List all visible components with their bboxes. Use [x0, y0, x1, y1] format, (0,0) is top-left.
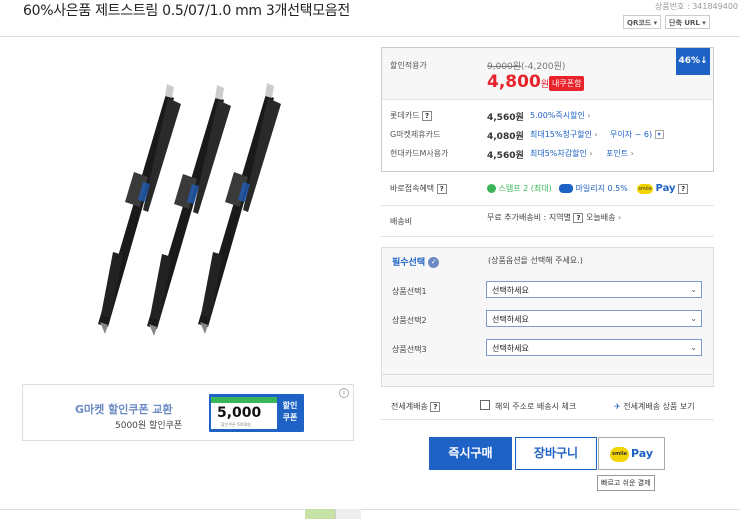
product-header: 60%사은품 제트스트림 0.5/07/1.0 mm 3개선택모음전 상품번호 …	[0, 0, 740, 37]
option-label-2: 상품선택2	[392, 316, 427, 325]
help-icon[interactable]: ?	[678, 183, 689, 194]
help-icon[interactable]: ?	[430, 401, 441, 412]
point-link[interactable]: 포인트 ›	[606, 148, 634, 159]
option-label-3: 상품선택3	[392, 345, 427, 354]
bottom-tab[interactable]	[335, 509, 361, 519]
smile-pay-benefit: smile Pay ?	[637, 183, 689, 194]
card-name-hyundai: 현대카드M사용가	[390, 149, 449, 158]
stamp-benefit: 스탬프 2 (최대)	[487, 183, 552, 194]
smile-logo-icon: smile	[609, 446, 629, 462]
overseas-address-checkbox[interactable]	[480, 400, 490, 410]
pen-1	[98, 84, 181, 334]
price-box: 할인적용가 9,000원(-4,200원) 4,800원 내쿠폰함 46%↓ 롯…	[381, 47, 714, 172]
bottom-bar	[0, 509, 740, 519]
option-select-3[interactable]: 선택하세요 ⌄	[486, 339, 702, 356]
smile-logo-icon: smile	[637, 183, 653, 194]
price-label: 할인적용가	[390, 61, 427, 70]
options-hint: (상품옵션을 선택해 주세요.)	[488, 256, 583, 265]
options-title: 필수선택 ✓	[392, 255, 440, 268]
chevron-down-icon: ⌄	[690, 343, 697, 352]
mileage-benefit: 마일리지 0.5%	[559, 183, 628, 194]
smile-pay-button[interactable]: smile Pay	[598, 437, 665, 470]
card-note-gmarket[interactable]: 최대15%청구할인 ›	[530, 129, 598, 140]
coupon-amount: 5,000	[217, 405, 262, 421]
my-coupon-button[interactable]: 내쿠폰함	[549, 76, 585, 91]
discount-percent-badge: 46%↓	[676, 48, 710, 75]
chevron-down-icon: ⌄	[690, 285, 697, 294]
card-note-hyundai[interactable]: 최대5%차감할인 ›	[530, 148, 593, 159]
product-image	[98, 83, 281, 336]
stamp-icon	[487, 184, 496, 193]
installment-link[interactable]: 무이자 ~ 6) ▾	[610, 129, 664, 140]
pay-tooltip: 빠르고 쉬운 결제	[597, 475, 655, 491]
help-icon[interactable]: ?	[422, 110, 432, 121]
option-select-2[interactable]: 선택하세요 ⌄	[486, 310, 702, 327]
intl-checkbox-label: 해외 주소로 배송시 체크	[495, 402, 577, 411]
international-shipping-row: 전세계배송 ? 해외 주소로 배송시 체크 ✈ 전세계배송 상품 보기	[381, 396, 714, 420]
intl-label: 전세계배송 ?	[391, 401, 441, 412]
bottom-tab[interactable]	[305, 509, 335, 519]
card-price-gmarket: 4,080원	[487, 132, 524, 142]
add-to-cart-button[interactable]: 장바구니	[515, 437, 597, 470]
mileage-icon	[559, 184, 573, 193]
product-number: 상품번호 : 341849400	[654, 2, 738, 11]
buy-now-button[interactable]: 즉시구매	[429, 437, 512, 470]
shipping-label: 배송비	[390, 217, 413, 226]
intl-products-link[interactable]: ✈ 전세계배송 상품 보기	[614, 401, 695, 412]
benefit-label: 바로접속혜택 ?	[390, 183, 447, 194]
coupon-image: 5,000 할인쿠폰 5000원 할인 쿠폰	[209, 394, 304, 432]
card-price-hyundai: 4,560원	[487, 151, 524, 161]
info-icon[interactable]: i	[339, 388, 349, 398]
card-price-lotte: 4,560원	[487, 113, 524, 123]
chevron-down-icon[interactable]: ▾	[654, 130, 664, 139]
today-delivery-link[interactable]: 오늘배송	[586, 213, 615, 222]
coupon-banner-title: G마켓 할인쿠폰 교환	[75, 403, 173, 416]
option-select-1[interactable]: 선택하세요 ⌄	[486, 281, 702, 298]
page-title: 60%사은품 제트스트림 0.5/07/1.0 mm 3개선택모음전	[23, 3, 350, 19]
shipping-value: 무료 추가배송비 : 지역별 ? 오늘배송 ›	[487, 212, 622, 223]
chevron-down-icon: ⌄	[690, 314, 697, 323]
sale-price: 4,800원	[487, 72, 550, 92]
original-price: 9,000원(-4,200원)	[487, 62, 566, 72]
plane-icon: ✈	[614, 402, 621, 411]
coupon-exchange-banner[interactable]: G마켓 할인쿠폰 교환 5000원 할인쿠폰 i 5,000 할인쿠폰 5000…	[22, 384, 354, 441]
coupon-label: 할인 쿠폰	[282, 401, 298, 422]
qr-code-button[interactable]: QR코드 ▾	[623, 15, 662, 29]
help-icon[interactable]: ?	[436, 183, 447, 194]
card-name-lotte: 롯데카드 ?	[390, 110, 432, 121]
option-label-1: 상품선택1	[392, 287, 427, 296]
coupon-banner-subtitle: 5000원 할인쿠폰	[115, 421, 183, 431]
coupon-small-text: 할인쿠폰 5000원	[221, 422, 251, 427]
options-box: 필수선택 ✓ (상품옵션을 선택해 주세요.) 상품선택1 선택하세요 ⌄ 상품선…	[381, 247, 714, 387]
check-icon: ✓	[428, 257, 440, 268]
help-icon[interactable]: ?	[573, 212, 584, 223]
card-name-gmarket: G마켓제휴카드	[390, 130, 441, 139]
short-url-button[interactable]: 단축 URL ▾	[665, 15, 710, 29]
card-note-lotte[interactable]: 5.00%즉시할인 ›	[530, 110, 591, 121]
